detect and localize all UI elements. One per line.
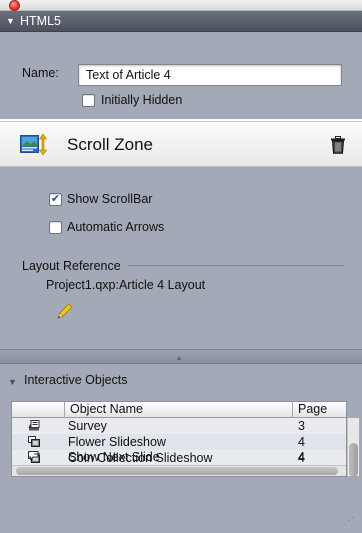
column-header-page[interactable]: Page	[298, 402, 327, 416]
show-scrollbar-label: Show ScrollBar	[67, 192, 153, 206]
table-header	[12, 402, 346, 418]
vertical-scrollbar-thumb[interactable]	[349, 443, 358, 477]
object-name: Show Next Slide	[68, 450, 160, 464]
object-name: Flower Slideshow	[68, 435, 166, 449]
table-row[interactable]: Flower Slideshow 4	[12, 434, 346, 450]
table-row[interactable]: Survey 3	[12, 418, 346, 434]
object-page: 4	[298, 435, 305, 449]
resize-grip-icon[interactable]: ⋰	[344, 516, 358, 530]
scroll-zone-icon	[20, 133, 48, 156]
trash-icon[interactable]	[330, 136, 346, 154]
column-divider	[64, 402, 65, 418]
html5-section-header[interactable]: ▼ HTML5	[0, 11, 362, 32]
automatic-arrows-label: Automatic Arrows	[67, 220, 165, 234]
html5-section-title: HTML5	[20, 14, 61, 28]
slideshow-icon	[28, 436, 40, 447]
show-slide-action-icon	[28, 451, 40, 461]
layout-reference-label: Layout Reference	[22, 259, 121, 273]
horizontal-scrollbar-thumb[interactable]	[16, 467, 338, 475]
initially-hidden-label: Initially Hidden	[101, 93, 183, 107]
initially-hidden-checkbox[interactable]	[82, 94, 95, 107]
column-header-object-name[interactable]: Object Name	[70, 402, 143, 416]
show-scrollbar-checkbox[interactable]: ✔	[49, 193, 62, 206]
scroll-zone-header	[0, 121, 362, 167]
interactive-objects-title: Interactive Objects	[24, 373, 128, 387]
layout-reference-value: Project1.qxp:Article 4 Layout	[46, 278, 206, 292]
disclosure-triangle-icon[interactable]: ▼	[8, 377, 17, 387]
divider	[128, 265, 344, 266]
pencil-icon[interactable]	[54, 302, 74, 322]
close-button[interactable]	[9, 0, 20, 11]
disclosure-triangle-icon[interactable]: ▼	[6, 16, 15, 26]
survey-icon	[28, 420, 40, 431]
object-page: 4	[298, 450, 305, 464]
object-page: 3	[298, 419, 305, 433]
name-label: Name:	[22, 66, 59, 80]
column-divider	[292, 402, 293, 418]
palette-title-bar	[0, 0, 362, 11]
splitter-grip-icon[interactable]: ▴	[177, 353, 181, 362]
scroll-zone-title: Scroll Zone	[67, 135, 153, 154]
table-row[interactable]: Show Next Slide 4	[12, 449, 346, 465]
object-name: Survey	[68, 419, 107, 433]
name-field[interactable]: Text of Article 4	[78, 64, 342, 86]
automatic-arrows-checkbox[interactable]	[49, 221, 62, 234]
